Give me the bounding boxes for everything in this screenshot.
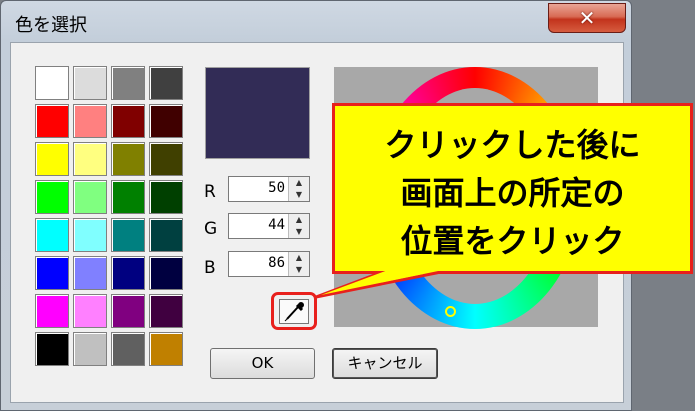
- color-swatch[interactable]: [35, 180, 69, 214]
- eyedropper-icon: [284, 302, 304, 322]
- color-swatch[interactable]: [149, 180, 183, 214]
- color-swatch[interactable]: [35, 332, 69, 366]
- callout-line-1: クリックした後に: [384, 126, 641, 164]
- red-spin-arrows: ▲ ▼: [288, 177, 309, 201]
- close-button[interactable]: ✕: [548, 3, 626, 33]
- color-swatch[interactable]: [73, 332, 107, 366]
- color-swatch[interactable]: [73, 142, 107, 176]
- eyedropper-button[interactable]: [271, 292, 317, 330]
- ok-button[interactable]: OK: [210, 348, 315, 379]
- color-swatch[interactable]: [149, 104, 183, 138]
- red-label: R: [204, 182, 216, 202]
- callout-line-3: 位置をクリック: [400, 222, 625, 260]
- color-swatch[interactable]: [149, 218, 183, 252]
- color-swatch[interactable]: [149, 256, 183, 290]
- color-swatch[interactable]: [111, 256, 145, 290]
- blue-spinner[interactable]: 86 ▲ ▼: [228, 251, 310, 277]
- color-swatch[interactable]: [149, 142, 183, 176]
- blue-label: B: [204, 258, 216, 278]
- blue-spin-arrows: ▲ ▼: [288, 252, 309, 276]
- green-spin-arrows: ▲ ▼: [288, 214, 309, 238]
- color-swatch[interactable]: [73, 66, 107, 100]
- spin-down-icon[interactable]: ▼: [289, 264, 309, 276]
- current-color-preview: [205, 67, 310, 159]
- color-swatch[interactable]: [111, 104, 145, 138]
- spin-up-icon[interactable]: ▲: [289, 214, 309, 226]
- cancel-button[interactable]: キャンセル: [332, 348, 438, 379]
- green-label: G: [204, 219, 218, 239]
- color-swatch[interactable]: [73, 256, 107, 290]
- green-value[interactable]: 44: [268, 217, 285, 233]
- color-swatch[interactable]: [35, 104, 69, 138]
- color-swatch[interactable]: [73, 218, 107, 252]
- annotation-callout: クリックした後に 画面上の所定の 位置をクリック: [332, 103, 693, 274]
- color-swatch[interactable]: [73, 104, 107, 138]
- color-swatch[interactable]: [35, 66, 69, 100]
- spin-up-icon[interactable]: ▲: [289, 177, 309, 189]
- green-spinner[interactable]: 44 ▲ ▼: [228, 213, 310, 239]
- color-swatch[interactable]: [149, 66, 183, 100]
- blue-value[interactable]: 86: [268, 255, 285, 271]
- color-swatch[interactable]: [149, 294, 183, 328]
- eyedropper-button-face: [279, 299, 309, 324]
- color-swatch[interactable]: [149, 332, 183, 366]
- color-swatch[interactable]: [35, 218, 69, 252]
- spin-down-icon[interactable]: ▼: [289, 189, 309, 201]
- color-swatch[interactable]: [73, 180, 107, 214]
- color-swatch[interactable]: [111, 218, 145, 252]
- color-swatch[interactable]: [111, 294, 145, 328]
- color-swatch[interactable]: [35, 256, 69, 290]
- color-swatch[interactable]: [73, 294, 107, 328]
- swatch-grid: [35, 66, 183, 366]
- callout-line-2: 画面上の所定の: [400, 174, 625, 212]
- color-swatch[interactable]: [111, 332, 145, 366]
- color-swatch[interactable]: [111, 66, 145, 100]
- red-spinner[interactable]: 50 ▲ ▼: [228, 176, 310, 202]
- spin-down-icon[interactable]: ▼: [289, 226, 309, 238]
- window-title: 色を選択: [15, 15, 87, 36]
- color-swatch[interactable]: [111, 142, 145, 176]
- red-value[interactable]: 50: [268, 180, 285, 196]
- color-swatch[interactable]: [35, 294, 69, 328]
- color-swatch[interactable]: [35, 142, 69, 176]
- hue-marker[interactable]: [445, 306, 456, 317]
- spin-up-icon[interactable]: ▲: [289, 252, 309, 264]
- color-swatch[interactable]: [111, 180, 145, 214]
